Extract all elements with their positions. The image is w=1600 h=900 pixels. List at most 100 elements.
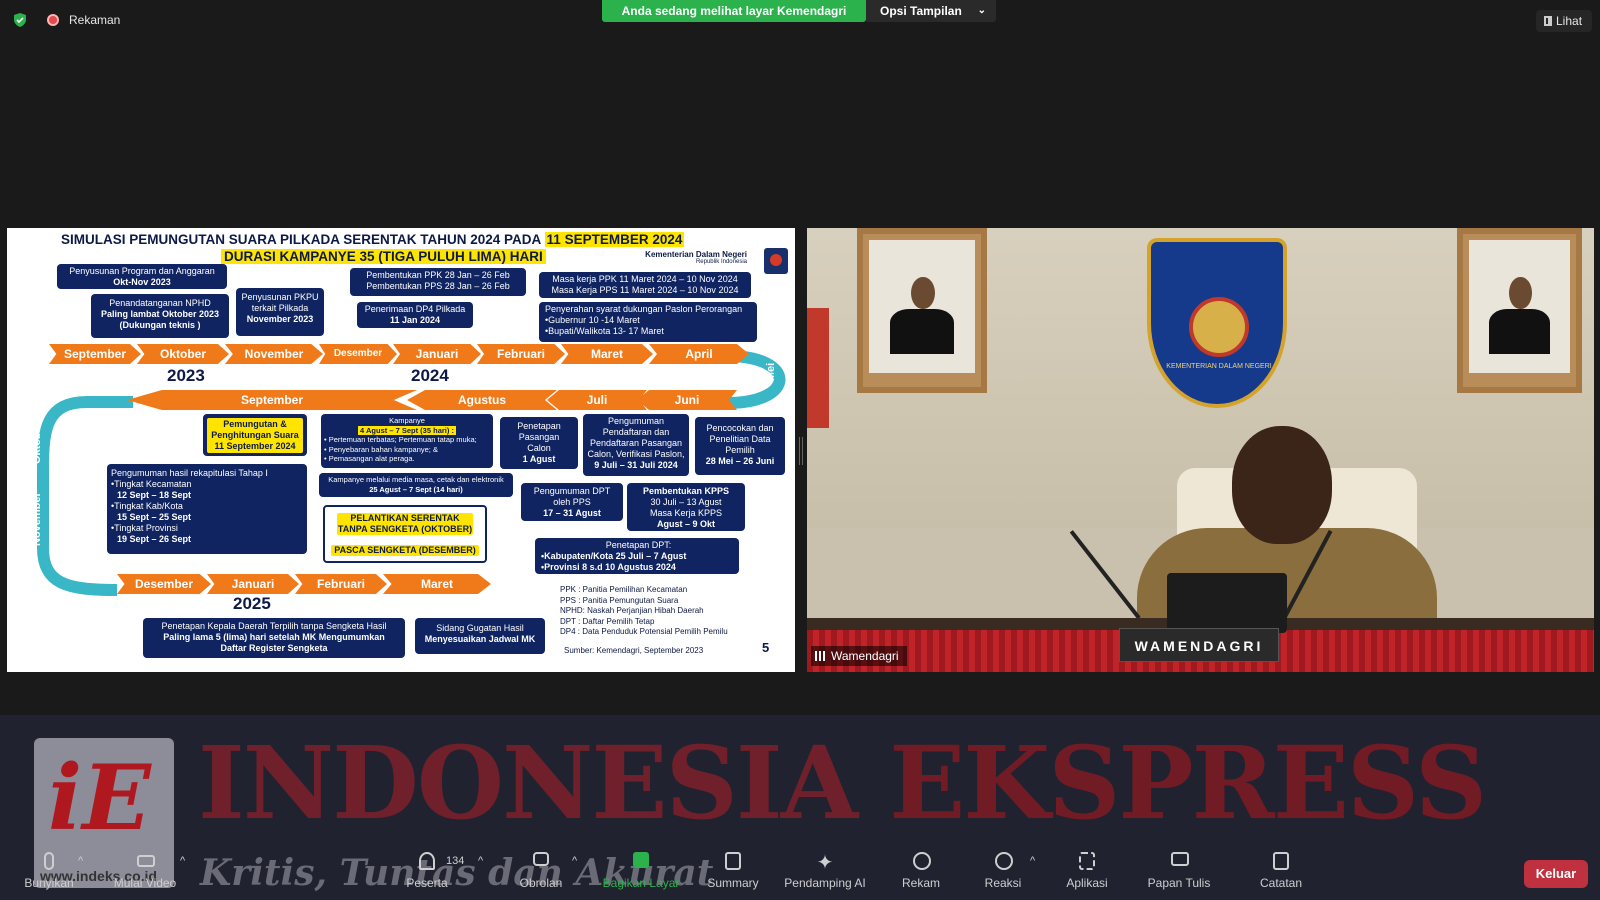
view-button[interactable]: Lihat [1536,10,1592,32]
box-kampanye: Kampanye 4 Agust – 7 Sept (35 hari) : • Pe… [321,414,493,468]
participants-label: Peserta [406,876,448,890]
share-screen-icon [630,850,652,872]
kemendagri-emblem: KEMENTERIAN DALAM NEGERI [1147,238,1287,408]
box-line: • Pemasangan alat peraga. [324,454,415,463]
emoji-shape [995,852,1013,870]
slide-page-number: 5 [762,640,770,655]
box-line: Daftar Register Sengketa [220,643,328,653]
box-sidang: Sidang Gugatan Hasil Menyesuaikan Jadwal … [415,618,545,654]
box-line: 1 Agust [522,454,556,464]
portrait-suit [890,309,954,355]
whiteboard-button[interactable]: Papan Tulis [1134,850,1224,900]
box-line: TANPA SENGKETA (OKTOBER) [337,524,473,534]
view-layout-icon [1544,16,1552,26]
box-penetapan-pasangan: Penetapan Pasangan Calon 1 Agust [500,417,578,469]
box-line: • Pertemuan terbatas; Pertemuan tatap mu… [324,435,477,444]
month-bottom: Maret [383,574,491,594]
share-screen-label: Bagikan Layar [602,876,680,890]
month-bottom: Desember [117,574,211,594]
box-line: Menyesuaikan Jadwal MK [424,634,536,644]
reactions-label: Reaksi [984,876,1022,890]
whiteboard-icon [1168,850,1190,872]
portrait-picture [1469,240,1570,373]
view-button-label: Lihat [1556,14,1583,28]
box-line: Sidang Gugatan Hasil [436,623,524,633]
legend-item: DPT : Daftar Pemilih Tetap [560,616,655,626]
box-line: Pengumuman [607,416,665,426]
box-line: Penetapan DPT: [605,540,672,550]
audio-options-caret-icon[interactable]: ^ [78,855,83,867]
top-bar: Rekaman Anda sedang melihat layar Kemend… [0,0,1600,40]
security-shield-icon[interactable] [12,12,28,28]
leave-meeting-button[interactable]: Keluar [1524,860,1588,888]
watermark-title-a: INDONESIA [198,724,858,842]
laptop [1167,573,1287,633]
view-options-dropdown[interactable]: Opsi Tampilan ⌄ [866,0,996,22]
apps-shape [1079,852,1095,870]
box-penetapan-dpt: Penetapan DPT: •Kabupaten/Kota 25 Juli – … [535,538,739,574]
notes-button[interactable]: Catatan [1236,850,1326,900]
unmute-label: Bunyikan [24,876,74,890]
notes-shape [1273,852,1289,870]
participants-caret-icon[interactable]: ^ [478,855,483,867]
split-view-resize-handle[interactable] [799,437,803,465]
chevron-down-icon: ⌄ [977,5,986,16]
participant-video-tile[interactable]: KEMENTERIAN DALAM NEGERI WAMENDAGRI Wame… [807,228,1594,672]
box-line: PASCA SENGKETA (DESEMBER) [331,545,479,556]
box-line: •Tingkat Kecamatan [111,479,192,489]
month-mid: Juli [547,390,647,410]
box-line: 28 Mei – 26 Juni [705,456,775,466]
share-screen-button[interactable]: Bagikan Layar [596,850,686,900]
notes-label: Catatan [1259,876,1303,890]
box-line: 30 Juli – 13 Agust [650,497,722,507]
month-top: Oktober [137,344,229,364]
legend-item: NPHD: Naskah Perjanjian Hibah Daerah [560,606,704,615]
apps-button[interactable]: Aplikasi [1042,850,1132,900]
box-line: 19 Sept – 26 Sept [117,534,192,544]
legend-item: DP4 : Data Penduduk Potensial Pemilih Pe… [560,627,728,636]
recording-label[interactable]: Rekaman [69,13,120,27]
month-top: November [225,344,323,364]
legend-item: PPK : Panitia Pemilihan Kecamatan [560,585,688,594]
reactions-caret-icon[interactable]: ^ [1030,855,1035,867]
start-video-button[interactable]: Mulai Video [100,850,190,900]
portrait-face [911,277,935,310]
ai-companion-button[interactable]: ✦ Pendamping AI [780,850,870,900]
signal-strength-icon [815,651,827,661]
box-rekapitulasi: Pengumuman hasil rekapitulasi Tahap I •Ti… [107,464,307,554]
month-top: Februari [477,344,565,364]
box-line: Pengumuman hasil rekapitulasi Tahap I [111,468,268,478]
mic-shape [44,852,54,870]
record-button[interactable]: Rekam [876,850,966,900]
whiteboard-label: Papan Tulis [1147,876,1211,890]
portrait-face [1509,277,1532,310]
box-line: Pasangan [518,432,560,442]
box-line: 25 Agust – 7 Sept (14 hari) [369,484,463,494]
video-options-caret-icon[interactable]: ^ [180,855,185,867]
box-line: Penghitungan Suara [211,430,299,440]
summary-button[interactable]: Summary [688,850,778,900]
emblem-text: KEMENTERIAN DALAM NEGERI [1166,363,1272,370]
month-top: Januari [393,344,481,364]
camera-shape [137,855,155,867]
month-top: Desember [319,344,397,364]
box-pelantikan: PELANTIKAN SERENTAK TANPA SENGKETA (OKTOB… [323,505,487,563]
box-line: 11 September 2024 [214,441,296,451]
month-bottom: Februari [295,574,387,594]
slide-source: Sumber: Kemendagri, September 2023 [564,646,704,655]
chat-caret-icon[interactable]: ^ [572,855,577,867]
box-line: Paling lama 5 (lima) hari setelah MK Men… [163,632,385,642]
sparkle-icon: ✦ [816,852,834,874]
box-pelantikan-highlight: PELANTIKAN SERENTAK TANPA SENGKETA (OKTOB… [337,513,473,535]
year-label: 2024 [411,366,449,385]
watermark-title: INDONESIA EKSPRESS [198,728,1487,838]
box-line: 12 Sept – 18 Sept [117,490,192,500]
participant-name-label: Wamendagri [811,646,907,666]
year-label: 2023 [167,366,205,385]
box-line: 15 Sept – 25 Sept [117,512,192,522]
nameplate: WAMENDAGRI [1119,628,1279,662]
side-month: Oktober [31,421,43,464]
bubble-shape [533,852,549,866]
box-line: Pendaftaran dan [602,427,670,437]
box-line: •Tingkat Provinsi [111,523,178,533]
